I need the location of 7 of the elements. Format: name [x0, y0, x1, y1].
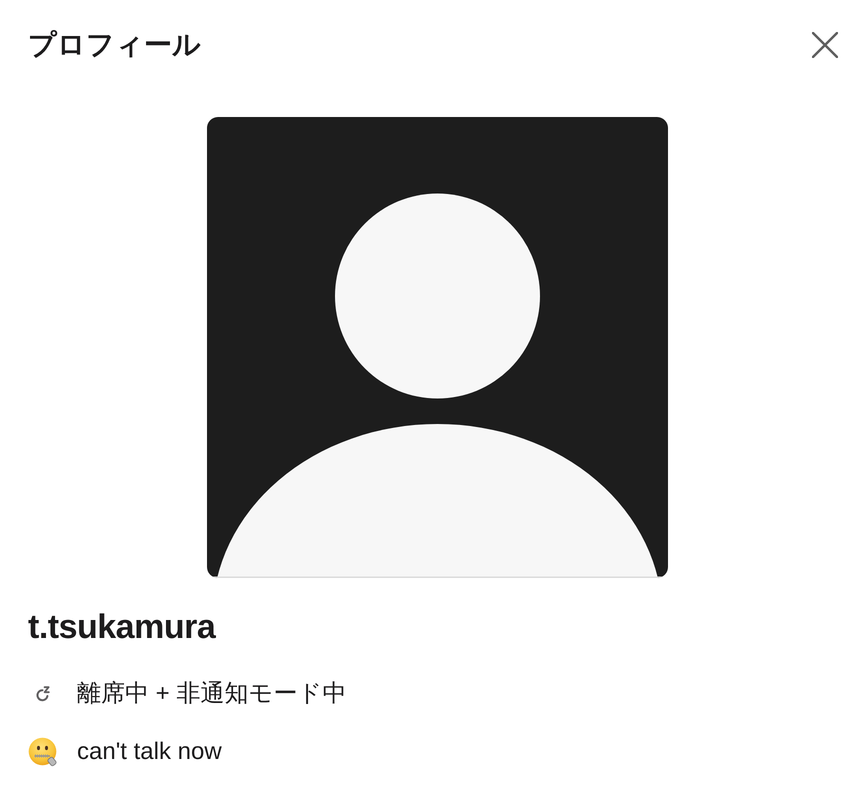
panel-title: プロフィール — [28, 28, 201, 62]
snooze-icon — [35, 686, 51, 702]
close-icon — [812, 32, 838, 58]
status-text: 離席中 + 非通知モード中 — [77, 679, 346, 709]
display-name: t.tsukamura — [28, 607, 216, 647]
zipper-mouth-face-icon — [28, 737, 58, 767]
status-text: can't talk now — [77, 737, 222, 767]
